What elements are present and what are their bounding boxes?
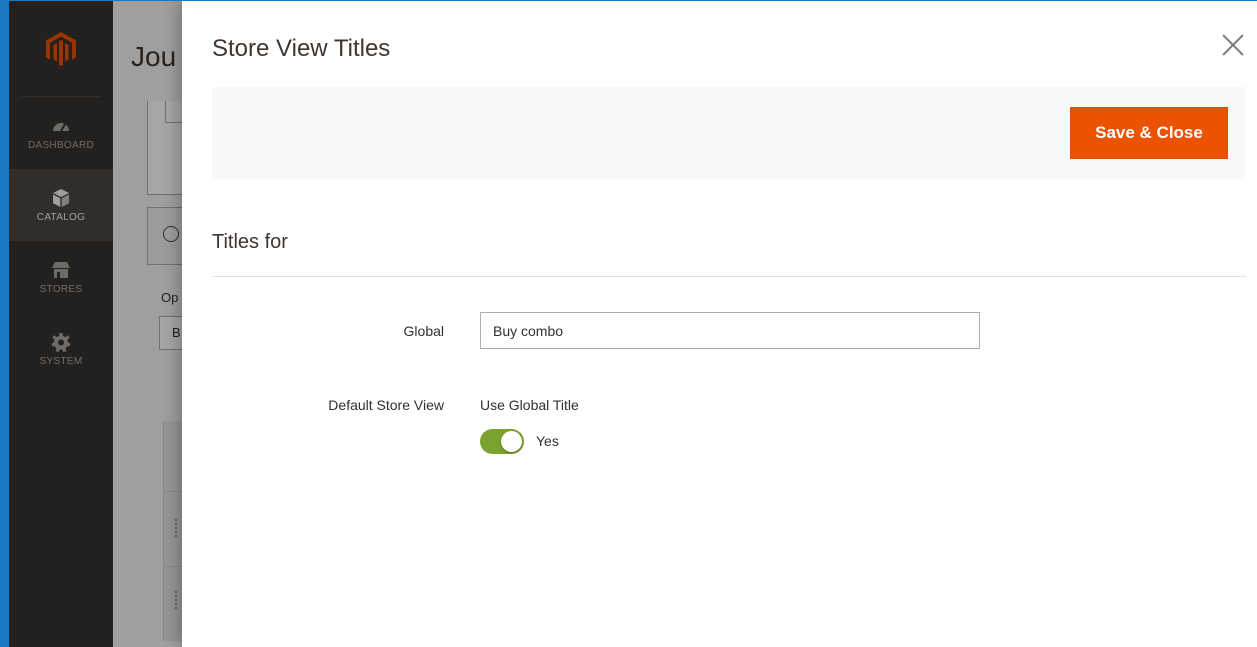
modal-title: Store View Titles <box>212 35 391 62</box>
use-global-title-toggle[interactable] <box>480 429 524 454</box>
store-view-titles-modal: Store View Titles Save & Close Titles fo… <box>182 1 1257 647</box>
save-and-close-button[interactable]: Save & Close <box>1070 107 1228 159</box>
close-icon[interactable] <box>1219 31 1247 59</box>
toggle-value-label: Yes <box>536 433 559 449</box>
use-global-title-label: Use Global Title <box>480 397 579 413</box>
global-title-input[interactable] <box>480 312 980 349</box>
toggle-knob <box>501 431 522 452</box>
section-divider <box>212 276 1246 277</box>
section-title: Titles for <box>212 231 288 253</box>
global-label: Global <box>403 323 444 339</box>
default-store-view-label: Default Store View <box>328 397 444 413</box>
modal-toolbar: Save & Close <box>212 87 1246 179</box>
